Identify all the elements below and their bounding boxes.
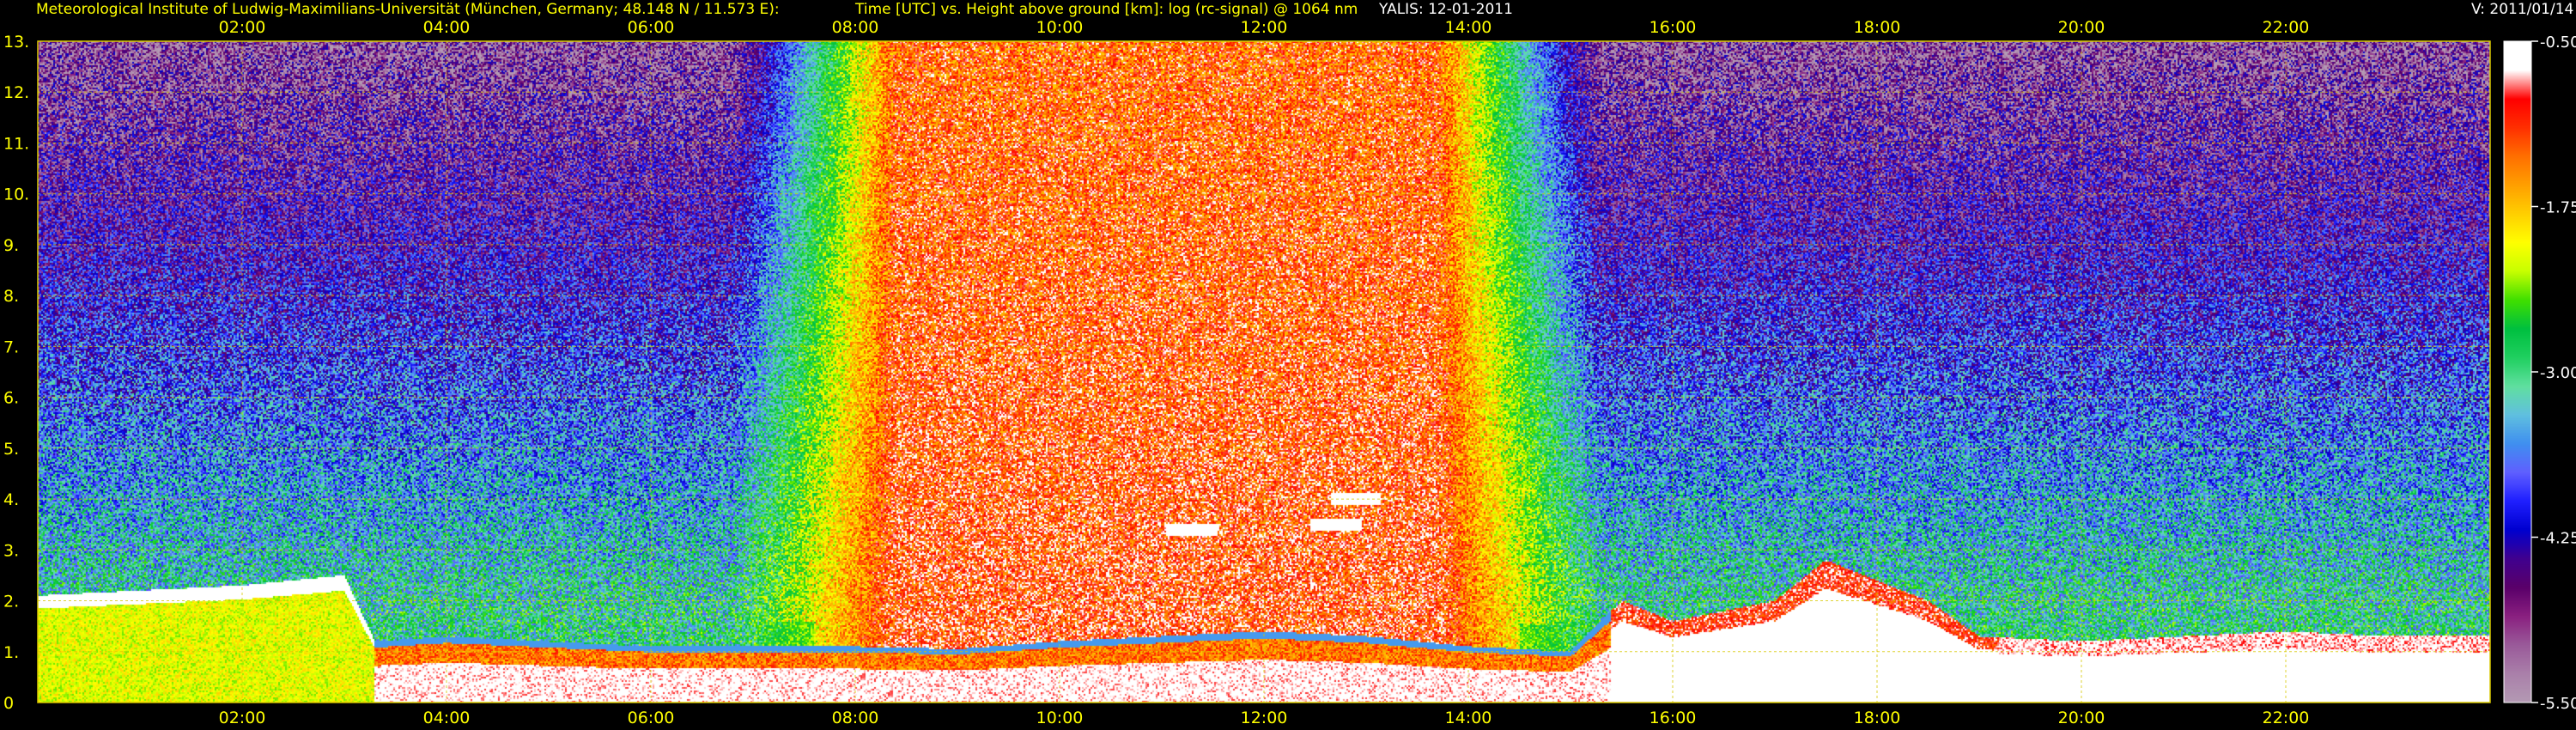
x-tick-label-bottom: 04:00 [423, 709, 471, 727]
x-tick-label-bottom: 08:00 [832, 709, 879, 727]
x-tick-label-top: 10:00 [1036, 18, 1084, 37]
x-tick-label-top: 20:00 [2058, 18, 2105, 37]
chart-axes: 02:00 02:00 04:00 04:00 06:00 06:00 08:00 08:00… [3, 18, 2576, 727]
colorbar-tick-label: -5.50 [2540, 695, 2576, 713]
x-tick-label-top: 08:00 [832, 18, 879, 37]
y-tick-label: 7. [3, 338, 19, 356]
y-tick-label: 13. [3, 33, 29, 52]
y-tick-label: 8. [3, 287, 19, 306]
x-tick-label-bottom: 16:00 [1649, 709, 1697, 727]
x-tick-label-top: 14:00 [1445, 18, 1492, 37]
x-tick-label-top: 12:00 [1241, 18, 1288, 37]
colorbar-tick-label: -0.50 [2540, 33, 2576, 52]
x-tick-label-bottom: 10:00 [1036, 709, 1084, 727]
x-tick-label-bottom: 06:00 [628, 709, 675, 727]
y-tick-label: 11. [3, 134, 29, 153]
x-tick-label-top: 16:00 [1649, 18, 1697, 37]
x-tick-label-top: 02:00 [219, 18, 266, 37]
x-tick-label-bottom: 14:00 [1445, 709, 1492, 727]
x-tick-label-top: 18:00 [1854, 18, 1901, 37]
colorbar-tick-label: -3.00 [2540, 364, 2576, 382]
y-tick-label: 5. [3, 440, 19, 459]
x-tick-label-bottom: 18:00 [1854, 709, 1901, 727]
x-tick-label-top: 06:00 [628, 18, 675, 37]
x-tick-label-bottom: 02:00 [219, 709, 266, 727]
colorbar-tick-label: -1.75 [2540, 199, 2576, 217]
y-tick-label: 12. [3, 83, 29, 102]
y-tick-label: 3. [3, 541, 19, 560]
x-tick-label-top: 04:00 [423, 18, 471, 37]
y-tick-label: 10. [3, 186, 29, 204]
y-tick-label: 6. [3, 389, 19, 408]
y-tick-label: 0 [3, 694, 14, 713]
colorbar-frame [2503, 40, 2532, 703]
lidar-figure: Meteorological Institute of Ludwig-Maxim… [0, 0, 2576, 730]
y-tick-label: 4. [3, 490, 19, 509]
y-tick-label: 9. [3, 236, 19, 255]
colorbar-tick-label: -4.25 [2540, 530, 2576, 548]
x-tick-label-bottom: 20:00 [2058, 709, 2105, 727]
x-tick-label-top: 22:00 [2263, 18, 2310, 37]
y-tick-label: 1. [3, 643, 19, 662]
y-tick-label: 2. [3, 593, 19, 611]
x-tick-label-bottom: 12:00 [1241, 709, 1288, 727]
x-tick-label-bottom: 22:00 [2263, 709, 2310, 727]
